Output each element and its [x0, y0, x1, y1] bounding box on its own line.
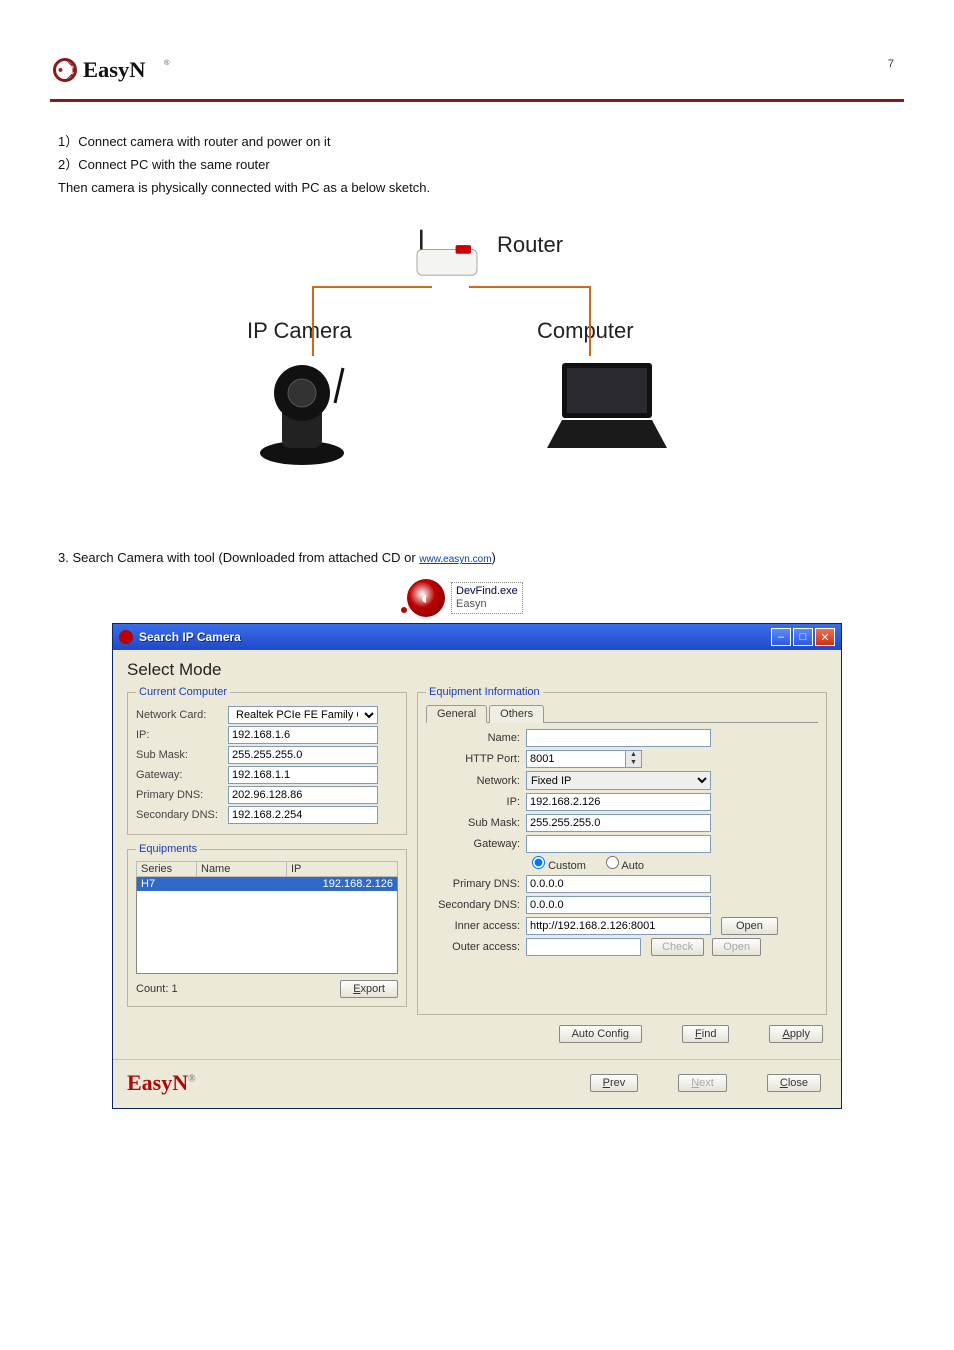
- col-ip[interactable]: IP: [287, 862, 398, 877]
- router-icon: [402, 228, 492, 288]
- step3-text: 3. Search Camera with tool (Downloaded f…: [50, 548, 904, 569]
- ei-sdns-label: Secondary DNS:: [426, 899, 526, 911]
- inner-access-label: Inner access:: [426, 920, 526, 932]
- find-button[interactable]: Find: [682, 1025, 729, 1043]
- equipments-table[interactable]: Series Name IP H7 192.168.2.126: [136, 861, 398, 974]
- cc-sdns-label: Secondary DNS:: [136, 809, 228, 821]
- ei-network-label: Network:: [426, 775, 526, 787]
- minimize-button[interactable]: –: [771, 628, 791, 646]
- current-computer-panel: Current Computer Network Card: Realtek P…: [127, 686, 407, 835]
- prev-button[interactable]: Prev: [590, 1074, 639, 1092]
- current-computer-legend: Current Computer: [136, 686, 230, 698]
- ei-pdns-label: Primary DNS:: [426, 878, 526, 890]
- radio-custom[interactable]: Custom: [532, 856, 586, 872]
- outer-open-button[interactable]: Open: [712, 938, 761, 956]
- close-window-button[interactable]: ✕: [815, 628, 835, 646]
- equipments-legend: Equipments: [136, 843, 200, 855]
- inner-open-button[interactable]: Open: [721, 917, 778, 935]
- check-button[interactable]: Check: [651, 938, 704, 956]
- cc-pdns-input[interactable]: [228, 786, 378, 804]
- devfind-label: DevFind.exe Easyn: [451, 582, 523, 614]
- ei-ip-input[interactable]: [526, 793, 711, 811]
- titlebar: Search IP Camera – □ ✕: [113, 624, 841, 650]
- ei-ip-label: IP:: [426, 796, 526, 808]
- equipment-info-legend: Equipment Information: [426, 686, 543, 698]
- count-label: Count: 1: [136, 983, 178, 995]
- select-mode-heading: Select Mode: [127, 660, 827, 680]
- radio-auto[interactable]: Auto: [606, 856, 644, 872]
- col-name[interactable]: Name: [197, 862, 287, 877]
- cc-gateway-input[interactable]: [228, 766, 378, 784]
- cc-sdns-input[interactable]: [228, 806, 378, 824]
- outer-access-label: Outer access:: [426, 941, 526, 953]
- export-button[interactable]: Export: [340, 980, 398, 998]
- outer-access-input[interactable]: [526, 938, 641, 956]
- svg-text:EasyN: EasyN: [83, 57, 146, 82]
- col-series[interactable]: Series: [137, 862, 197, 877]
- next-button[interactable]: Next: [678, 1074, 727, 1092]
- bottom-brand: EasyN®: [127, 1070, 196, 1096]
- ei-submask-label: Sub Mask:: [426, 817, 526, 829]
- page-number: 7: [888, 58, 894, 70]
- inner-access-input[interactable]: [526, 917, 711, 935]
- equipment-info-panel: Equipment Information General Others Nam…: [417, 686, 827, 1015]
- equipments-panel: Equipments Series Name IP H7: [127, 843, 407, 1007]
- cc-ip-input[interactable]: [228, 726, 378, 744]
- router-label: Router: [497, 232, 563, 258]
- ipcamera-label: IP Camera: [247, 318, 352, 344]
- computer-label: Computer: [537, 318, 634, 344]
- spin-down-icon[interactable]: ▼: [626, 759, 641, 767]
- ei-network-select[interactable]: Fixed IP: [526, 771, 711, 790]
- ei-pdns-input[interactable]: [526, 875, 711, 893]
- ei-gateway-label: Gateway:: [426, 838, 526, 850]
- brand-header: EasyN ®: [50, 50, 904, 102]
- tab-others[interactable]: Others: [489, 705, 544, 723]
- camera-icon: [247, 348, 357, 468]
- cc-submask-label: Sub Mask:: [136, 749, 228, 761]
- table-row[interactable]: H7 192.168.2.126: [137, 877, 398, 892]
- devfind-shortcut: DevFind.exe Easyn: [407, 579, 547, 617]
- laptop-icon: [537, 358, 677, 458]
- apply-button[interactable]: Apply: [769, 1025, 823, 1043]
- http-port-spinner[interactable]: ▲▼: [526, 750, 642, 768]
- spin-up-icon[interactable]: ▲: [626, 751, 641, 759]
- close-button[interactable]: Close: [767, 1074, 821, 1092]
- tab-general[interactable]: General: [426, 705, 487, 723]
- auto-config-button[interactable]: Auto Config: [559, 1025, 642, 1043]
- cc-submask-input[interactable]: [228, 746, 378, 764]
- network-diagram: Router IP Camera Computer: [157, 208, 797, 518]
- ei-sdns-input[interactable]: [526, 896, 711, 914]
- cc-pdns-label: Primary DNS:: [136, 789, 228, 801]
- nc-label: Network Card:: [136, 709, 228, 721]
- easyn-link[interactable]: www.easyn.com: [419, 554, 491, 565]
- ei-name-label: Name:: [426, 732, 526, 744]
- devfind-icon: [407, 579, 445, 617]
- network-card-select[interactable]: Realtek PCIe FE Family C: [228, 706, 378, 724]
- intro-text: 1）Connect camera with router and power o…: [50, 132, 904, 198]
- window-title: Search IP Camera: [139, 630, 771, 644]
- search-ip-camera-window: Search IP Camera – □ ✕ Select Mode Curre…: [112, 623, 842, 1109]
- cc-gateway-label: Gateway:: [136, 769, 228, 781]
- easyn-logo: EasyN ®: [50, 50, 200, 90]
- maximize-button[interactable]: □: [793, 628, 813, 646]
- cc-ip-label: IP:: [136, 729, 228, 741]
- ei-submask-input[interactable]: [526, 814, 711, 832]
- ei-gateway-input[interactable]: [526, 835, 711, 853]
- app-icon: [119, 630, 133, 644]
- ei-port-label: HTTP Port:: [426, 753, 526, 765]
- ei-name-input[interactable]: [526, 729, 711, 747]
- svg-text:®: ®: [164, 58, 170, 67]
- ei-port-input[interactable]: [526, 750, 626, 768]
